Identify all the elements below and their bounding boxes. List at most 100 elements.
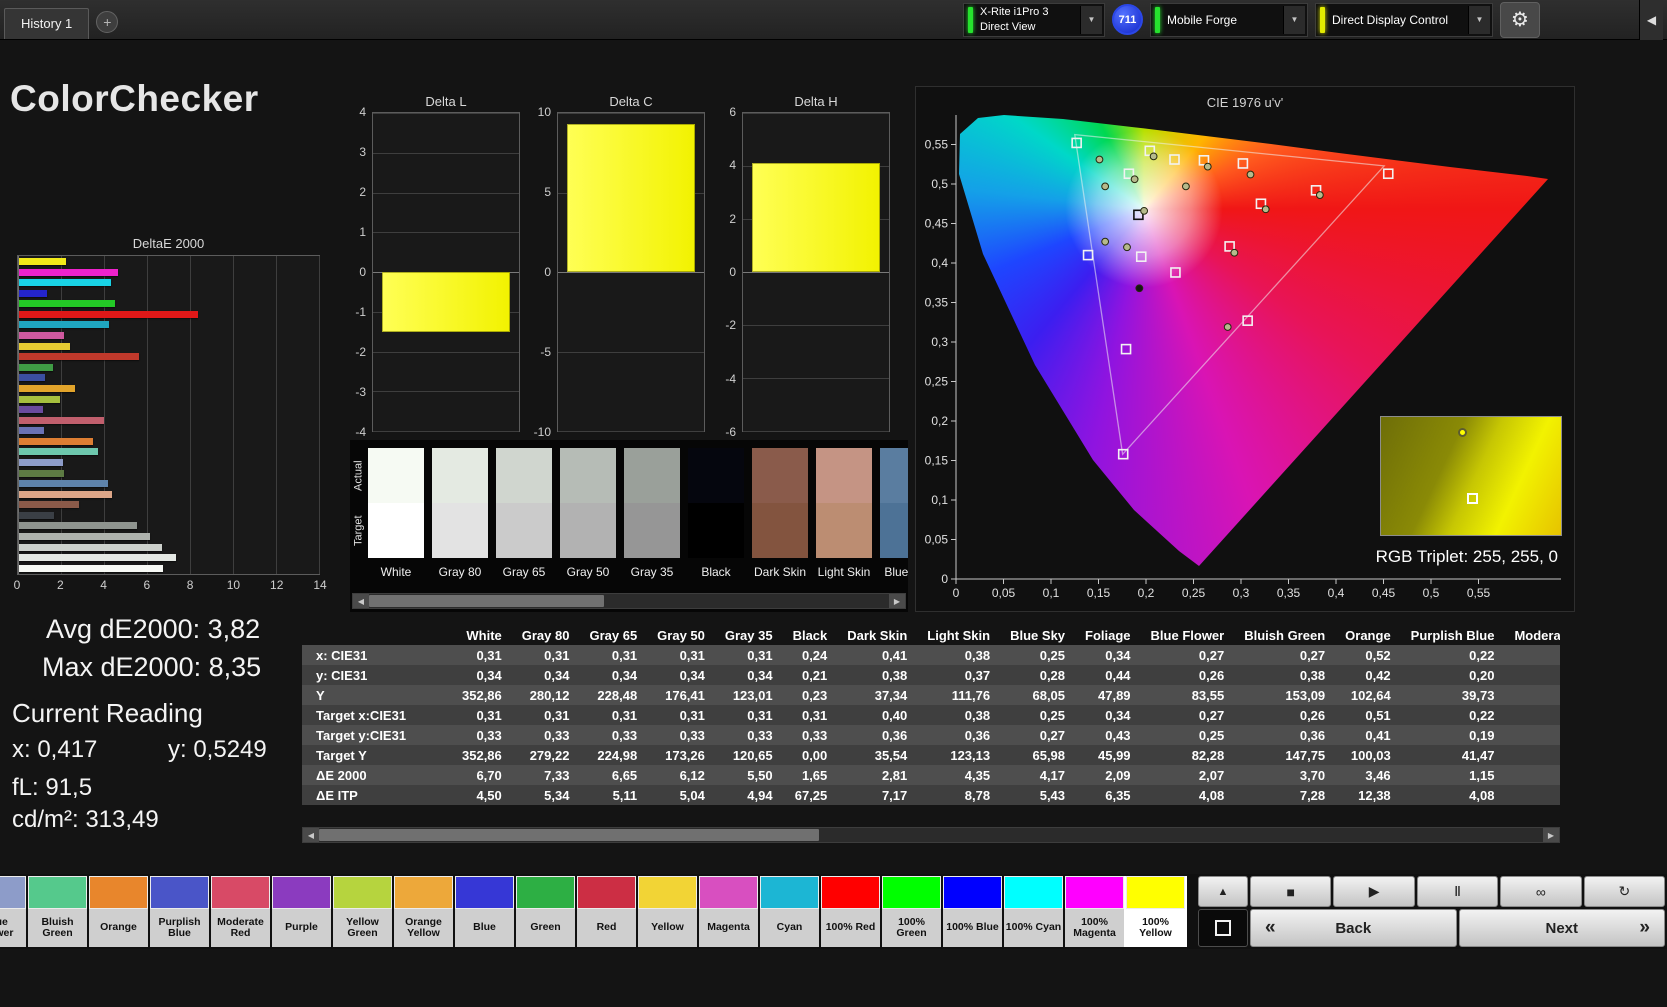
table-cell: 352,86 [452, 685, 512, 705]
y-tick-label: -2 [725, 318, 736, 332]
patch-button-100-cyan[interactable]: 100% Cyan [1004, 876, 1063, 947]
table-cell: 352,86 [452, 745, 512, 765]
patch-button-100-yellow[interactable]: 100% Yellow [1126, 876, 1185, 947]
patch-color-chip [150, 876, 209, 909]
collapse-panel-button[interactable]: ◀ [1639, 0, 1663, 40]
scroll-right-icon[interactable]: ▶ [889, 594, 905, 608]
patch-color-chip [821, 876, 880, 909]
target-marker [1122, 345, 1131, 354]
patch-button-100-blue[interactable]: 100% Blue [943, 876, 1002, 947]
meter-count-badge[interactable]: 711 [1112, 4, 1143, 35]
swatch-scrollbar[interactable]: ◀ ▶ [352, 593, 906, 609]
scrollbar-track[interactable] [819, 828, 1543, 842]
settings-button[interactable]: ⚙ [1500, 2, 1540, 38]
patch-button-yellow-green[interactable]: Yellow Green [333, 876, 392, 947]
deltae-x-axis: 02468101214 [17, 578, 320, 594]
swatch-gray-80[interactable]: Gray 80 [432, 448, 488, 579]
patch-button-label: 100% Green [882, 909, 941, 947]
scroll-patches-up-button[interactable]: ▲ [1198, 876, 1248, 907]
patch-button-100-red[interactable]: 100% Red [821, 876, 880, 947]
patch-button-orange-yellow[interactable]: Orange Yellow [394, 876, 453, 947]
y-tick-label: 2 [729, 212, 736, 226]
x-tick-label: 14 [313, 578, 326, 592]
table-scrollbar[interactable]: ◀ ▶ [302, 827, 1560, 843]
column-header: Foliage [1075, 625, 1141, 645]
patch-button-bluish-green[interactable]: Bluish Green [28, 876, 87, 947]
table-cell: 0,33 [783, 725, 838, 745]
custom-patch-button[interactable] [1198, 909, 1248, 947]
next-button[interactable]: » Next » [1459, 909, 1666, 947]
swatch-black[interactable]: Black [688, 448, 744, 579]
patch-button-yellow[interactable]: Yellow [638, 876, 697, 947]
column-header: Gray 35 [715, 625, 783, 645]
scrollbar-thumb[interactable] [319, 829, 819, 841]
gridline [743, 378, 889, 379]
back-button[interactable]: « Back « [1250, 909, 1457, 947]
patch-button-blue[interactable]: Blue [455, 876, 514, 947]
pattern-source-dropdown[interactable]: Mobile Forge ▼ [1150, 3, 1308, 37]
patch-button-moderate-red[interactable]: Moderate Red [211, 876, 270, 947]
table-cell: 0,36 [917, 725, 1000, 745]
table-cell: 0,25 [1141, 725, 1235, 745]
play-button[interactable]: ▶ [1333, 876, 1414, 907]
table-cell: 0,34 [512, 665, 580, 685]
stop-button[interactable]: ■ [1250, 876, 1331, 907]
display-control-dropdown[interactable]: Direct Display Control ▼ [1315, 3, 1493, 37]
loop-button[interactable]: ↻ [1584, 876, 1665, 907]
patch-button-cyan[interactable]: Cyan [760, 876, 819, 947]
swatch-dark-skin[interactable]: Dark Skin [752, 448, 808, 579]
patch-button-purple[interactable]: Purple [272, 876, 331, 947]
target-marker [1137, 252, 1146, 261]
x-tick-label: 0,45 [1372, 586, 1396, 600]
patch-button-orange[interactable]: Orange [89, 876, 148, 947]
table-cell: 35,54 [837, 745, 917, 765]
table-cell: 1,15 [1401, 765, 1505, 785]
deltae-bar-red [19, 353, 139, 360]
x-tick-label: 0,3 [1233, 586, 1250, 600]
patch-button-purplish-blue[interactable]: Purplish Blue [150, 876, 209, 947]
deltae-bar-100-cyan [19, 279, 111, 286]
avg-de2000-stat: Avg dE2000: 3,82 [46, 614, 260, 645]
swatch-actual-color [368, 448, 424, 503]
swatch-blue-sky[interactable]: Blue Sky [880, 448, 908, 579]
row-label: Target y:CIE31 [302, 725, 452, 745]
deltae-bar-100-red [19, 311, 198, 318]
table-cell: 0,48 [1504, 645, 1560, 665]
patch-button-100-green[interactable]: 100% Green [882, 876, 941, 947]
measured-marker [1096, 156, 1103, 163]
history-tab[interactable]: History 1 [4, 8, 89, 39]
scroll-left-icon[interactable]: ◀ [353, 594, 369, 608]
column-header: Orange [1335, 625, 1401, 645]
y-tick-label: 6 [729, 105, 736, 119]
patch-button-magenta[interactable]: Magenta [699, 876, 758, 947]
add-history-button[interactable]: + [96, 11, 118, 33]
table-cell: 0,31 [647, 705, 715, 725]
x-tick-label: 0,25 [1182, 586, 1206, 600]
deltae-bar-moderate-red [19, 417, 104, 424]
swatch-gray-65[interactable]: Gray 65 [496, 448, 552, 579]
swatch-white[interactable]: White [368, 448, 424, 579]
patch-button-green[interactable]: Green [516, 876, 575, 947]
scrollbar-thumb[interactable] [369, 595, 604, 607]
swatch-actual-color [624, 448, 680, 503]
swatch-gray-50[interactable]: Gray 50 [560, 448, 616, 579]
patch-button-blue-flower[interactable]: Blue Flower [0, 876, 26, 947]
deltae-bar-purplish-blue [19, 427, 44, 434]
swatch-gray-35[interactable]: Gray 35 [624, 448, 680, 579]
patch-button-label: Yellow [638, 909, 697, 947]
scroll-left-icon[interactable]: ◀ [303, 828, 319, 842]
pause-button[interactable]: Ⅱ [1417, 876, 1498, 907]
column-header: Gray 50 [647, 625, 715, 645]
scrollbar-track[interactable] [604, 594, 889, 608]
patch-color-chip [1004, 876, 1063, 909]
table-cell: 0,31 [579, 705, 647, 725]
patch-button-100-magenta[interactable]: 100% Magenta [1065, 876, 1124, 947]
delta-l-labels: 43210-1-2-3-4 [340, 112, 370, 432]
swatch-light-skin[interactable]: Light Skin [816, 448, 872, 579]
patch-button-red[interactable]: Red [577, 876, 636, 947]
continuous-button[interactable]: ∞ [1500, 876, 1581, 907]
scroll-right-icon[interactable]: ▶ [1543, 828, 1559, 842]
meter-dropdown[interactable]: X-Rite i1Pro 3 Direct View ▼ [963, 3, 1105, 37]
swatch-label: Gray 35 [624, 565, 680, 579]
table-row: Target Y352,86279,22224,98173,26120,650,… [302, 745, 1560, 765]
